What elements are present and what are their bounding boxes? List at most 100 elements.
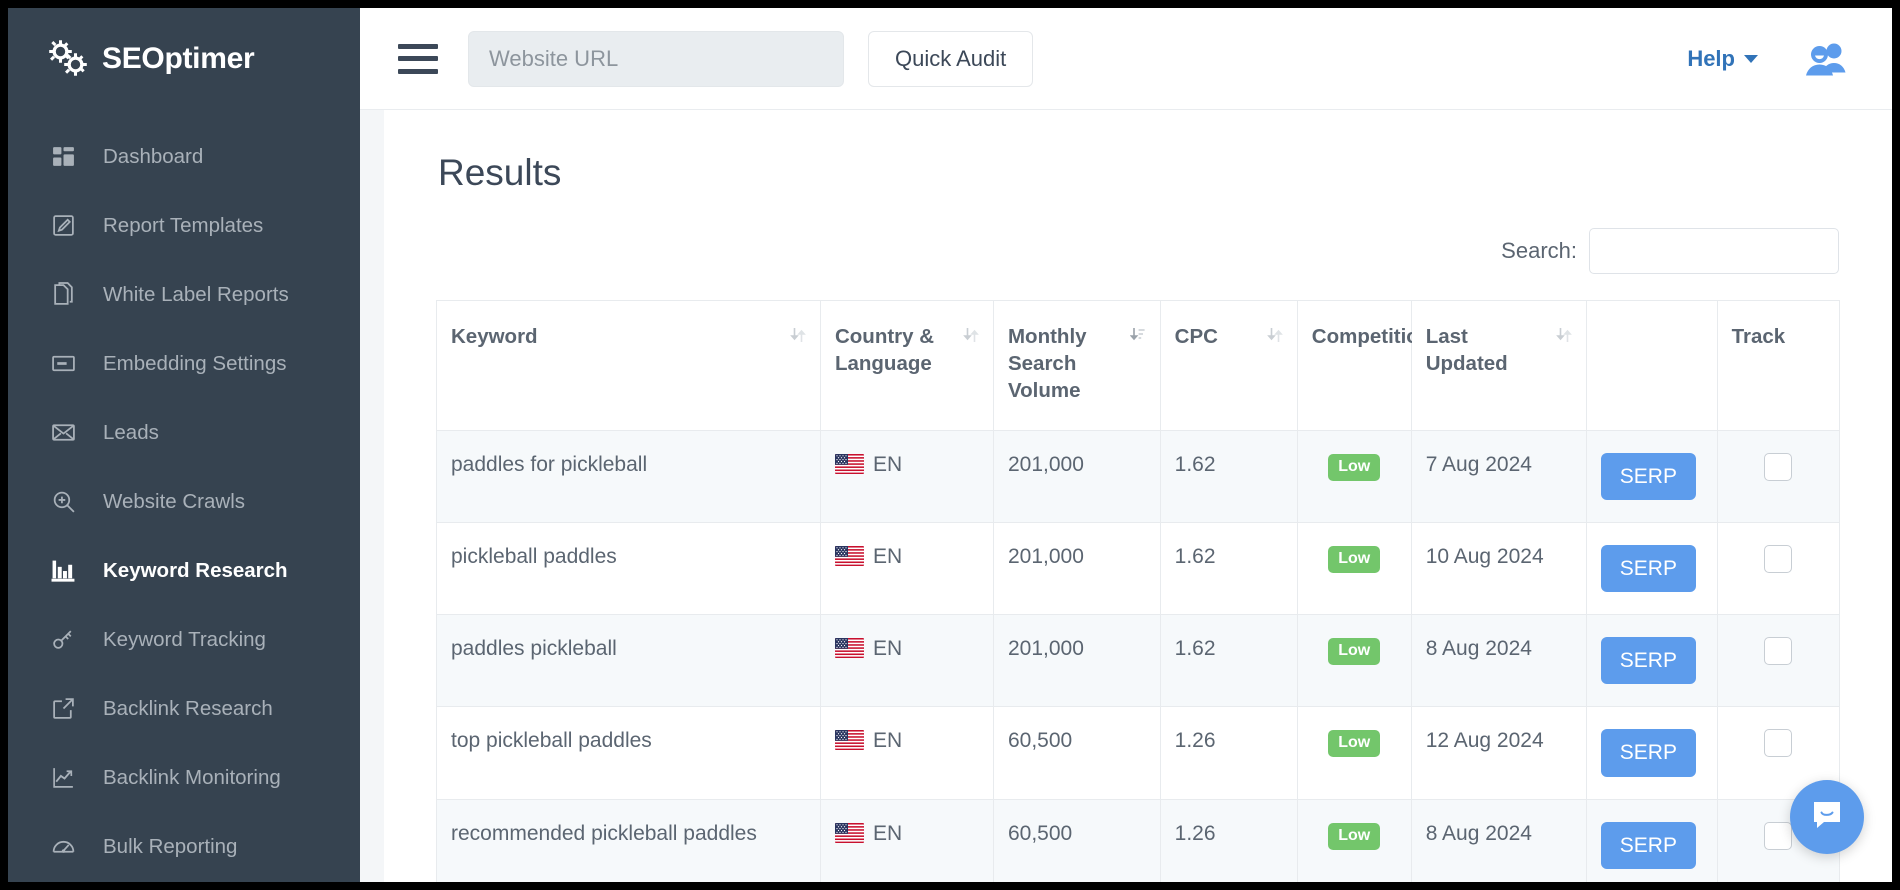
- track-checkbox[interactable]: [1764, 637, 1792, 665]
- cell-monthly-search-volume: 60,500: [993, 707, 1160, 799]
- table-head: Keyword Country & Language: [437, 301, 1840, 431]
- cell-track: [1717, 523, 1839, 615]
- competition-badge: Low: [1328, 823, 1380, 850]
- table-row: pickleball paddlesEN201,0001.62Low10 Aug…: [437, 523, 1840, 615]
- cell-last-updated: 12 Aug 2024: [1411, 707, 1586, 799]
- serp-button[interactable]: SERP: [1601, 453, 1696, 500]
- column-header-last-updated[interactable]: Last Updated: [1411, 301, 1586, 431]
- sidebar-item-website-crawls[interactable]: Website Crawls: [8, 467, 360, 536]
- content-scroll-area[interactable]: Results Search:: [360, 110, 1892, 882]
- column-header-country-language[interactable]: Country & Language: [820, 301, 993, 431]
- website-url-input[interactable]: [468, 31, 844, 87]
- competition-badge: Low: [1328, 730, 1380, 757]
- language-code: EN: [873, 545, 902, 568]
- track-checkbox[interactable]: [1764, 545, 1792, 573]
- users-avatar-icon[interactable]: [1804, 42, 1848, 76]
- cell-competition: Low: [1297, 431, 1411, 523]
- cell-cpc: 1.26: [1160, 799, 1297, 882]
- cell-cpc: 1.62: [1160, 431, 1297, 523]
- sidebar-item-label: Keyword Tracking: [103, 628, 266, 652]
- sidebar-item-keyword-tracking[interactable]: Keyword Tracking: [8, 605, 360, 674]
- column-label: Monthly Search Volume: [1008, 323, 1122, 404]
- track-checkbox[interactable]: [1764, 729, 1792, 757]
- caret-down-icon: [1744, 55, 1758, 63]
- column-label: Last Updated: [1426, 323, 1548, 377]
- help-menu[interactable]: Help: [1687, 46, 1758, 72]
- column-header-serp: [1586, 301, 1717, 431]
- sidebar-item-label: Keyword Research: [103, 559, 288, 583]
- cell-country-language: EN: [820, 431, 993, 523]
- column-header-keyword[interactable]: Keyword: [437, 301, 821, 431]
- sidebar-item-backlink-monitoring[interactable]: Backlink Monitoring: [8, 743, 360, 812]
- cell-country-language: EN: [820, 707, 993, 799]
- sidebar: SEOptimer Dashboard Report Templates Whi: [8, 8, 360, 882]
- sort-desc-icon: [1130, 325, 1146, 345]
- table-row: paddles for pickleballEN201,0001.62Low7 …: [437, 431, 1840, 523]
- hamburger-icon[interactable]: [398, 44, 438, 74]
- dashboard-grid-icon: [50, 143, 77, 170]
- sort-both-icon: [963, 325, 979, 345]
- serp-button[interactable]: SERP: [1601, 545, 1696, 592]
- key-icon: [50, 626, 77, 653]
- external-link-icon: [50, 695, 77, 722]
- pencil-square-icon: [50, 212, 77, 239]
- cell-competition: Low: [1297, 615, 1411, 707]
- cell-keyword: top pickleball paddles: [437, 707, 821, 799]
- app-window: SEOptimer Dashboard Report Templates Whi: [8, 8, 1892, 882]
- sidebar-item-leads[interactable]: Leads: [8, 398, 360, 467]
- sidebar-item-bulk-reporting[interactable]: Bulk Reporting: [8, 812, 360, 881]
- cell-monthly-search-volume: 60,500: [993, 799, 1160, 882]
- cell-country-language: EN: [820, 523, 993, 615]
- chat-launcher-button[interactable]: [1790, 780, 1864, 854]
- column-header-cpc[interactable]: CPC: [1160, 301, 1297, 431]
- sidebar-item-embedding-settings[interactable]: Embedding Settings: [8, 329, 360, 398]
- language-code: EN: [873, 453, 902, 476]
- cell-track: [1717, 615, 1839, 707]
- sidebar-item-white-label-reports[interactable]: White Label Reports: [8, 260, 360, 329]
- us-flag-icon: [835, 546, 864, 566]
- column-label: Track: [1732, 323, 1786, 350]
- help-label: Help: [1687, 46, 1735, 72]
- cell-cpc: 1.62: [1160, 615, 1297, 707]
- documents-copy-icon: [50, 281, 77, 308]
- cell-keyword: recommended pickleball paddles: [437, 799, 821, 882]
- us-flag-icon: [835, 823, 864, 843]
- column-label: Country & Language: [835, 323, 955, 377]
- brand-name: SEOptimer: [102, 42, 254, 76]
- cell-last-updated: 7 Aug 2024: [1411, 431, 1586, 523]
- competition-badge: Low: [1328, 638, 1380, 665]
- topbar-right-group: Help: [1687, 42, 1848, 76]
- brand-logo-area[interactable]: SEOptimer: [8, 8, 360, 110]
- table-row: top pickleball paddlesEN60,5001.26 Low 12 …: [437, 707, 1840, 799]
- search-input[interactable]: [1589, 228, 1839, 274]
- envelope-icon: [50, 419, 77, 446]
- cell-competition: Low: [1297, 707, 1411, 799]
- cell-serp: SERP: [1586, 523, 1717, 615]
- sidebar-item-keyword-research[interactable]: Keyword Research: [8, 536, 360, 605]
- sidebar-item-label: Dashboard: [103, 145, 203, 169]
- seoptimer-gear-logo-icon: [46, 37, 90, 81]
- cell-keyword: paddles pickleball: [437, 615, 821, 707]
- cell-monthly-search-volume: 201,000: [993, 615, 1160, 707]
- sidebar-item-report-templates[interactable]: Report Templates: [8, 191, 360, 260]
- column-header-monthly-search-volume[interactable]: Monthly Search Volume: [993, 301, 1160, 431]
- sidebar-item-dashboard[interactable]: Dashboard: [8, 122, 360, 191]
- cell-serp: SERP: [1586, 615, 1717, 707]
- page-title: Results: [436, 152, 1840, 194]
- sidebar-item-label: Website Crawls: [103, 490, 245, 514]
- us-flag-icon: [835, 454, 864, 474]
- cell-last-updated: 10 Aug 2024: [1411, 523, 1586, 615]
- column-header-competition[interactable]: Competition: [1297, 301, 1411, 431]
- serp-button[interactable]: SERP: [1601, 729, 1696, 776]
- quick-audit-button[interactable]: Quick Audit: [868, 31, 1033, 87]
- sidebar-item-label: Leads: [103, 421, 159, 445]
- cell-cpc: 1.26: [1160, 707, 1297, 799]
- table-search-row: Search:: [436, 228, 1840, 274]
- track-checkbox[interactable]: [1764, 453, 1792, 481]
- serp-button[interactable]: SERP: [1601, 822, 1696, 869]
- serp-button[interactable]: SERP: [1601, 637, 1696, 684]
- us-flag-icon: [835, 638, 864, 658]
- track-checkbox[interactable]: [1764, 822, 1792, 850]
- cell-monthly-search-volume: 201,000: [993, 523, 1160, 615]
- sidebar-item-backlink-research[interactable]: Backlink Research: [8, 674, 360, 743]
